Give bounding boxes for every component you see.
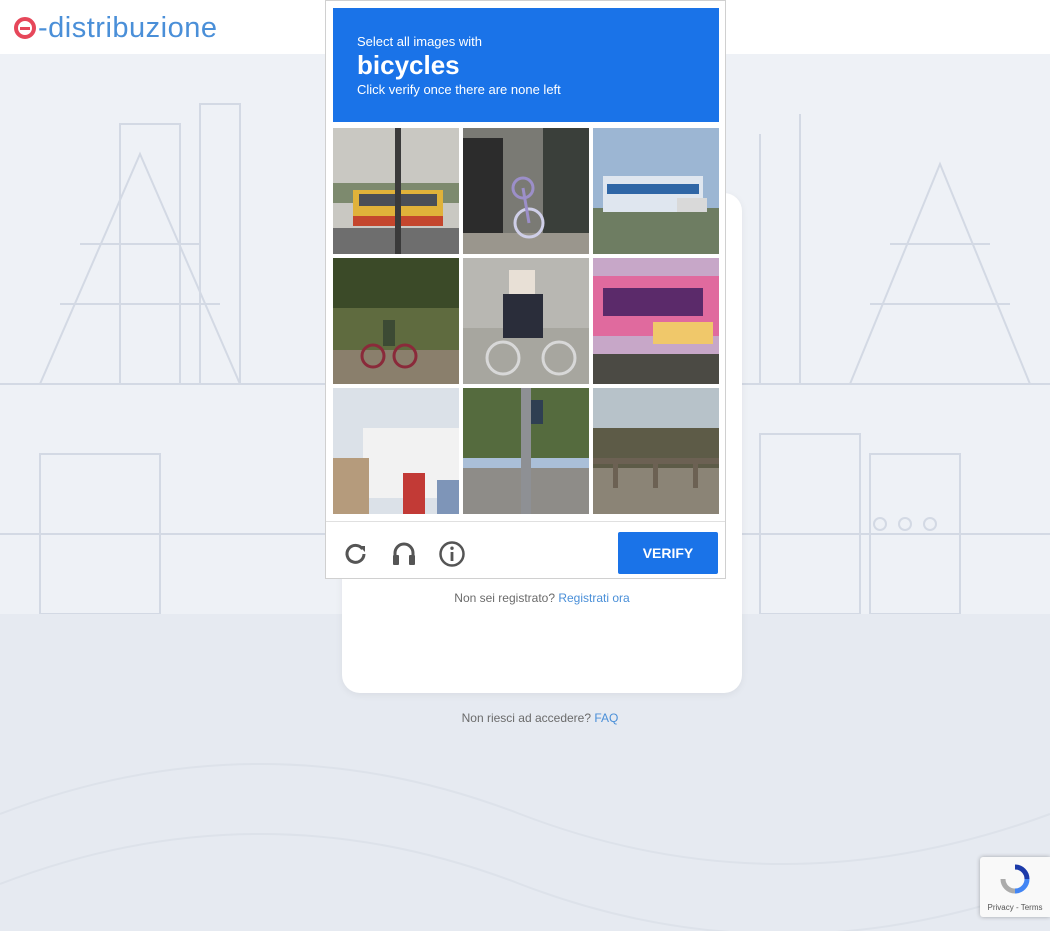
- captcha-instruction: Select all images with: [357, 34, 482, 49]
- logo-text: -distribuzione: [38, 11, 218, 44]
- audio-icon[interactable]: [390, 540, 418, 568]
- thai-sign-image: [593, 258, 719, 384]
- captcha-tile-9[interactable]: [593, 388, 719, 514]
- parked-bicycle-image: [463, 128, 589, 254]
- captcha-tile-4[interactable]: [333, 258, 459, 384]
- captcha-dialog: Select all images with bicycles Click ve…: [325, 0, 726, 579]
- recaptcha-badge[interactable]: Privacy - Terms: [980, 857, 1050, 917]
- captcha-hint: Click verify once there are none left: [357, 82, 561, 97]
- recaptcha-terms[interactable]: Privacy - Terms: [980, 903, 1050, 912]
- person-cycling-image: [463, 258, 589, 384]
- e-distribuzione-logo[interactable]: -distribuzione: [14, 10, 217, 46]
- captcha-tile-1[interactable]: [333, 128, 459, 254]
- captcha-header: Select all images with bicycles Click ve…: [333, 8, 719, 122]
- captcha-tile-6[interactable]: [593, 258, 719, 384]
- signup-line: Non sei registrato? Registrati ora: [342, 591, 742, 605]
- traffic-pole-image: [463, 388, 589, 514]
- logo-e-mark: [14, 17, 36, 39]
- buildings-image: [333, 388, 459, 514]
- info-icon[interactable]: [438, 540, 466, 568]
- bus-image: [333, 128, 459, 254]
- captcha-tile-3[interactable]: [593, 128, 719, 254]
- bridge-image: [593, 388, 719, 514]
- faq-link[interactable]: FAQ: [594, 711, 618, 725]
- captcha-tile-8[interactable]: [463, 388, 589, 514]
- captcha-tile-5[interactable]: [463, 258, 589, 384]
- captcha-image-grid: [333, 128, 719, 514]
- signup-link[interactable]: Registrati ora: [558, 591, 629, 605]
- city-bus-image: [593, 128, 719, 254]
- verify-button[interactable]: VERIFY: [618, 532, 718, 574]
- cyclist-under-trees-image: [333, 258, 459, 384]
- help-line: Non riesci ad accedere? FAQ: [0, 711, 1050, 725]
- signup-prompt: Non sei registrato?: [454, 591, 555, 605]
- captcha-footer: VERIFY: [326, 521, 725, 580]
- captcha-target: bicycles: [357, 50, 460, 80]
- captcha-tile-2[interactable]: [463, 128, 589, 254]
- recaptcha-logo-icon: [1000, 864, 1030, 894]
- reload-icon[interactable]: [342, 540, 370, 568]
- help-prompt: Non riesci ad accedere?: [461, 711, 592, 725]
- captcha-tile-7[interactable]: [333, 388, 459, 514]
